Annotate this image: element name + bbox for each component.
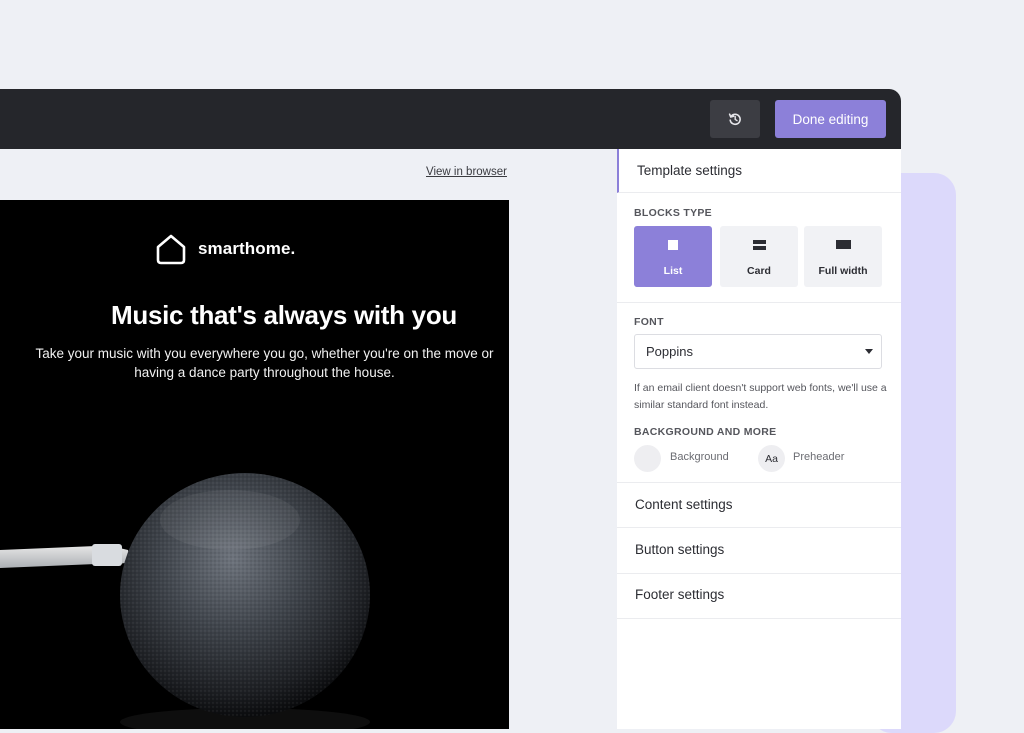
email-subcopy: Take your music with you everywhere you … [0, 344, 509, 382]
brand-name: smarthome. [198, 239, 296, 258]
template-settings-label: Template settings [637, 163, 743, 178]
history-button[interactable] [710, 100, 760, 138]
preheader-swatch[interactable]: Aa [758, 445, 785, 472]
blocks-type-card-button[interactable]: Card [720, 226, 798, 287]
editor-toolbar: Done editing [0, 89, 901, 149]
font-fallback-note: If an email client doesn't support web f… [634, 382, 887, 411]
subcopy-line-2: having a dance party throughout the hous… [134, 365, 395, 380]
blocks-type-card-label: Card [747, 265, 771, 277]
footer-settings-row[interactable]: Footer settings [617, 574, 901, 619]
font-select[interactable]: Poppins [634, 334, 882, 369]
content-settings-row[interactable]: Content settings [617, 483, 901, 528]
blocks-type-list-button[interactable]: List [634, 226, 712, 287]
blocks-type-list-label: List [663, 265, 683, 277]
view-in-browser-link[interactable]: View in browser [426, 166, 507, 178]
subcopy-line-1: Take your music with you everywhere you … [35, 346, 494, 361]
smart-speaker-photo [0, 450, 509, 729]
caret-down-icon [865, 349, 873, 354]
blocks-type-label: BLOCKS TYPE [634, 207, 712, 219]
full-width-icon [835, 240, 851, 249]
background-and-more-label: BACKGROUND AND MORE [634, 426, 777, 438]
editor-window: Done editing View in browser smarthome. … [0, 89, 901, 729]
email-canvas: View in browser smarthome. Music that's … [0, 149, 617, 729]
card-icon [752, 240, 766, 250]
settings-panel: Template settings BLOCKS TYPE List Card … [617, 149, 901, 729]
blocks-type-full-width-label: Full width [818, 265, 868, 277]
preheader-label[interactable]: Preheader [793, 451, 844, 463]
done-editing-button[interactable]: Done editing [775, 100, 886, 138]
panel-divider [617, 302, 901, 303]
brand-logo: smarthome. [154, 231, 295, 267]
button-settings-label: Button settings [635, 542, 725, 557]
history-icon [728, 113, 741, 126]
blocks-type-full-width-button[interactable]: Full width [804, 226, 882, 287]
square-icon [668, 240, 678, 250]
content-settings-label: Content settings [635, 497, 733, 512]
house-icon [156, 234, 186, 265]
background-label[interactable]: Background [670, 451, 729, 463]
preheader-glyph: Aa [765, 452, 778, 465]
font-select-value: Poppins [646, 344, 693, 359]
email-preview[interactable]: smarthome. Music that's always with you … [0, 200, 509, 729]
background-swatch[interactable] [634, 445, 661, 472]
footer-settings-label: Footer settings [635, 587, 725, 602]
font-label: FONT [634, 316, 664, 328]
email-headline: Music that's always with you [111, 300, 457, 330]
template-settings-header[interactable]: Template settings [617, 149, 901, 193]
button-settings-row[interactable]: Button settings [617, 528, 901, 574]
